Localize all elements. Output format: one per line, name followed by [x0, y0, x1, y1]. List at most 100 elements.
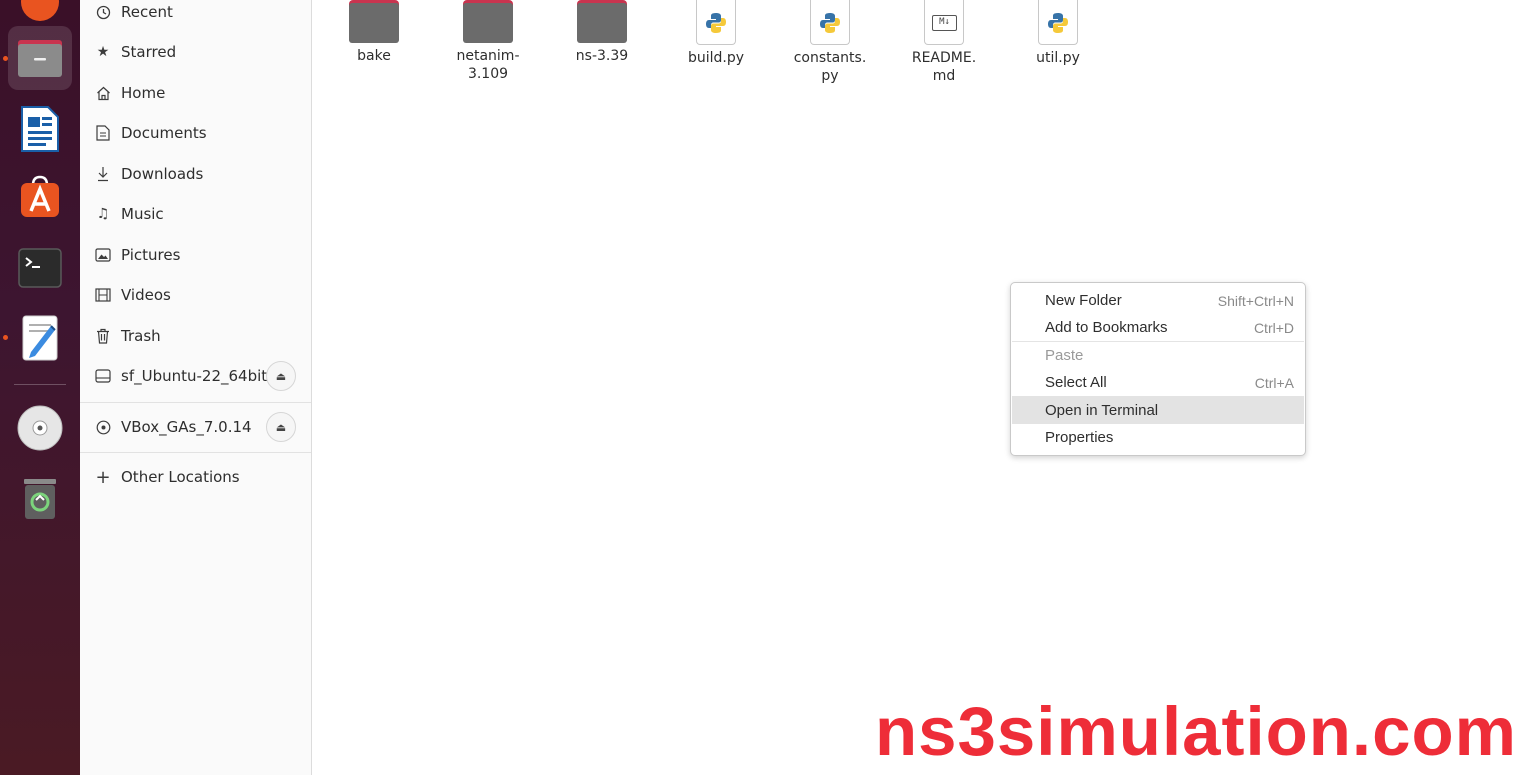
file-item-folder[interactable]: netanim- 3.109 — [438, 0, 538, 83]
menu-item-properties[interactable]: Properties — [1012, 424, 1304, 451]
document-icon — [95, 125, 111, 141]
python-file-icon — [1038, 0, 1078, 45]
eject-icon: ⏏ — [275, 420, 287, 434]
file-item-folder[interactable]: ns-3.39 — [552, 0, 652, 65]
eject-button[interactable]: ⏏ — [266, 412, 296, 442]
sidebar-divider — [80, 452, 311, 453]
dock-app-files[interactable] — [8, 26, 72, 90]
disc-icon — [95, 419, 111, 435]
file-name: ns-3.39 — [575, 48, 629, 64]
sidebar-item-pictures[interactable]: Pictures — [80, 236, 311, 274]
file-name: netanim- 3.109 — [438, 47, 538, 83]
sidebar-item-label: Home — [121, 84, 166, 102]
file-name-line: md — [932, 68, 956, 84]
menu-item-label: Paste — [1045, 347, 1084, 364]
places-sidebar: Recent ★ Starred Home Documents Download… — [80, 0, 312, 775]
file-item-folder[interactable]: bake — [324, 0, 424, 65]
sidebar-item-home[interactable]: Home — [80, 74, 311, 112]
sidebar-item-label: Pictures — [121, 246, 181, 264]
file-name-line: README. — [911, 50, 977, 66]
dock-separator — [14, 384, 66, 385]
music-icon: ♫ — [96, 206, 110, 222]
file-name: README. md — [894, 49, 994, 85]
home-icon — [95, 85, 111, 101]
folder-icon — [463, 0, 513, 43]
writer-icon — [21, 106, 59, 152]
file-name: constants. py — [780, 49, 880, 85]
trash-icon — [24, 479, 56, 519]
menu-item-shortcut: Shift+Ctrl+N — [1217, 292, 1294, 309]
file-name-line: py — [821, 68, 839, 84]
plus-icon: + — [95, 466, 111, 488]
disc-icon — [17, 405, 63, 451]
python-file-icon — [810, 0, 850, 45]
markdown-badge: M↓ — [932, 15, 957, 31]
menu-item-new-folder[interactable]: New Folder Shift+Ctrl+N — [1012, 287, 1304, 314]
file-name: build.py — [687, 50, 745, 66]
files-icon — [18, 40, 62, 77]
star-icon: ★ — [96, 44, 110, 60]
dock-app-optical-drive[interactable] — [8, 396, 72, 460]
folder-icon — [349, 0, 399, 43]
sidebar-item-label: Recent — [121, 3, 173, 21]
eject-button[interactable]: ⏏ — [266, 361, 296, 391]
sidebar-item-other-locations[interactable]: + Other Locations — [80, 458, 311, 496]
sidebar-item-music[interactable]: ♫ Music — [80, 195, 311, 233]
sidebar-item-trash[interactable]: Trash — [80, 317, 311, 355]
sidebar-item-recent[interactable]: Recent — [80, 0, 311, 31]
dock-app-text-editor[interactable] — [8, 306, 72, 370]
drive-icon — [95, 368, 111, 384]
menu-item-label: New Folder — [1045, 292, 1122, 309]
dock-app-trash[interactable] — [8, 466, 72, 530]
dock-app-store[interactable] — [8, 165, 72, 229]
file-name: util.py — [1036, 50, 1080, 66]
sidebar-item-label: Documents — [121, 124, 207, 142]
menu-item-select-all[interactable]: Select All Ctrl+A — [1012, 369, 1304, 396]
clock-icon — [95, 4, 111, 20]
menu-item-add-to-bookmarks[interactable]: Add to Bookmarks Ctrl+D — [1012, 314, 1304, 341]
sidebar-item-downloads[interactable]: Downloads — [80, 155, 311, 193]
menu-item-label: Select All — [1045, 374, 1107, 391]
context-menu: New Folder Shift+Ctrl+N Add to Bookmarks… — [1010, 282, 1306, 456]
sidebar-item-vbox-gas[interactable]: VBox_GAs_7.0.14 ⏏ — [80, 408, 311, 446]
file-name-line: constants. — [793, 50, 867, 66]
sidebar-item-documents[interactable]: Documents — [80, 114, 311, 152]
dock-app-terminal[interactable] — [8, 236, 72, 300]
file-name: bake — [357, 48, 391, 64]
sidebar-divider — [80, 402, 311, 403]
file-view[interactable]: bake netanim- 3.109 ns-3.39 build.py con… — [313, 0, 1536, 775]
file-name-line: netanim- — [456, 48, 520, 64]
sidebar-item-label: sf_Ubuntu-22_64bit — [121, 367, 268, 385]
terminal-icon — [18, 248, 62, 288]
dock-app-writer[interactable] — [8, 97, 72, 161]
eject-icon: ⏏ — [275, 369, 287, 383]
app-icon — [21, 0, 59, 21]
sidebar-item-label: Other Locations — [121, 468, 240, 486]
menu-item-shortcut: Ctrl+A — [1254, 374, 1294, 391]
text-editor-icon — [22, 315, 58, 361]
video-icon — [95, 287, 111, 303]
menu-item-paste: Paste — [1012, 342, 1304, 369]
file-item-python[interactable]: constants. py — [780, 0, 880, 85]
watermark-text: ns3simulation.com — [875, 693, 1517, 770]
sidebar-item-shared-folder[interactable]: sf_Ubuntu-22_64bit ⏏ — [80, 357, 311, 395]
trash-icon — [95, 328, 111, 344]
file-item-python[interactable]: util.py — [1008, 0, 1108, 67]
markdown-file-icon: M↓ — [924, 0, 964, 45]
sidebar-item-label: VBox_GAs_7.0.14 — [121, 418, 252, 436]
menu-item-open-in-terminal[interactable]: Open in Terminal — [1012, 396, 1304, 424]
app-store-icon — [21, 175, 59, 217]
file-item-python[interactable]: build.py — [666, 0, 766, 67]
sidebar-item-label: Downloads — [121, 165, 204, 183]
sidebar-item-label: Trash — [121, 327, 161, 345]
menu-item-label: Add to Bookmarks — [1045, 319, 1168, 336]
python-file-icon — [696, 0, 736, 45]
sidebar-item-label: Videos — [121, 286, 171, 304]
menu-item-shortcut: Ctrl+D — [1253, 319, 1294, 336]
sidebar-item-starred[interactable]: ★ Starred — [80, 33, 311, 71]
folder-icon — [577, 0, 627, 43]
sidebar-item-label: Music — [121, 205, 164, 223]
file-item-markdown[interactable]: M↓ README. md — [894, 0, 994, 85]
sidebar-item-label: Starred — [121, 43, 177, 61]
sidebar-item-videos[interactable]: Videos — [80, 276, 311, 314]
